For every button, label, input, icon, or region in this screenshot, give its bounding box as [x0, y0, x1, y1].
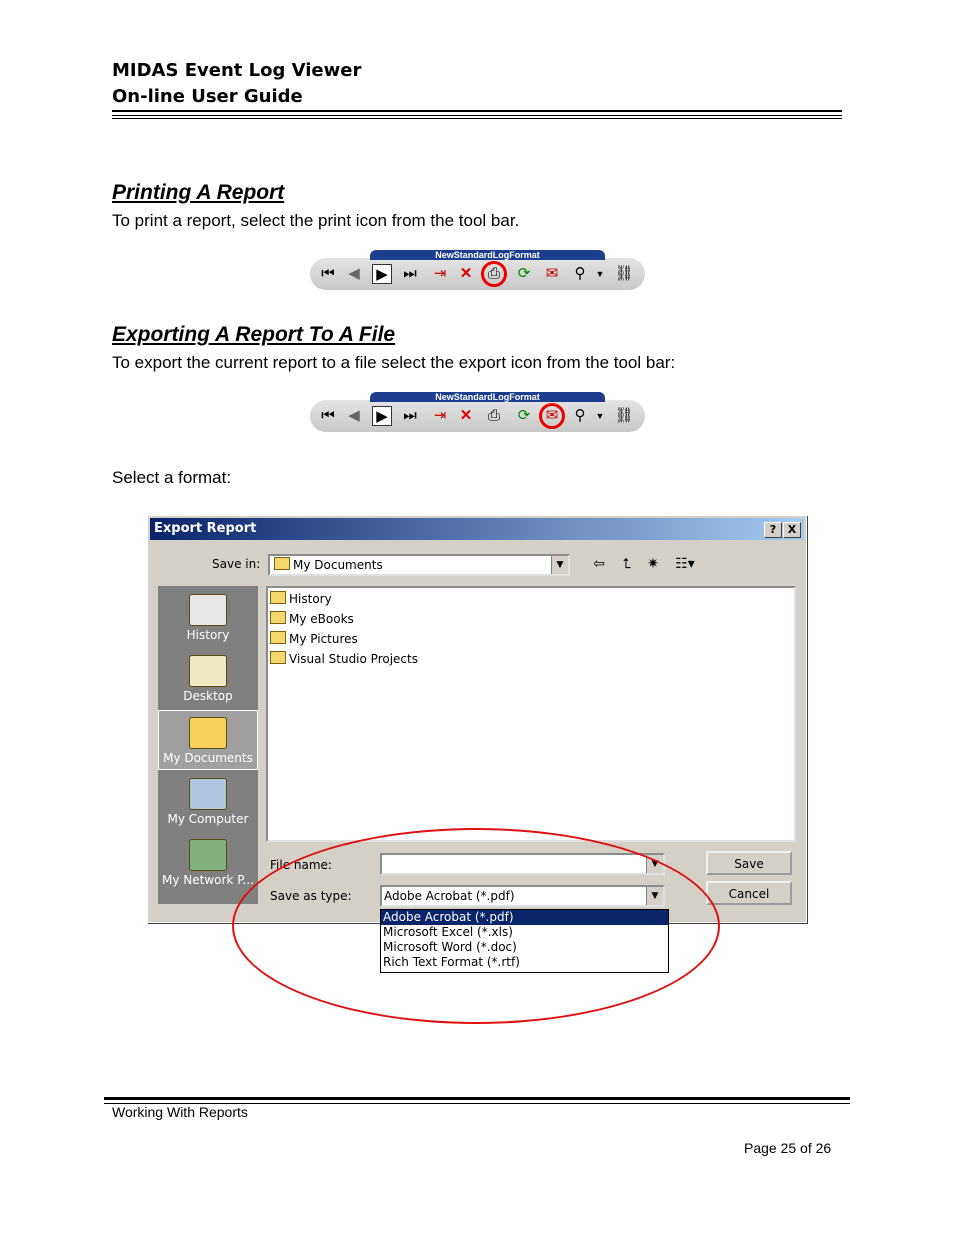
- place-history[interactable]: History: [158, 588, 258, 648]
- print-icon: ⎙: [487, 407, 500, 424]
- file-name: Visual Studio Projects: [289, 652, 418, 666]
- my-computer-icon: [189, 778, 227, 810]
- dropdown-icon: ▼: [595, 269, 605, 279]
- place-my-network[interactable]: My Network P...: [158, 833, 258, 893]
- print-icon-highlight-circle: [481, 261, 507, 287]
- back-arrow-icon[interactable]: ⇦: [590, 556, 608, 572]
- next-page-icon: ▶: [372, 406, 392, 426]
- new-folder-icon[interactable]: ✷: [644, 556, 662, 572]
- list-item[interactable]: My Pictures: [270, 630, 358, 648]
- list-item[interactable]: History: [270, 590, 332, 608]
- next-page-icon: ▶: [372, 264, 392, 284]
- zoom-icon: ⚲: [574, 407, 586, 424]
- prev-page-icon: ◀: [348, 407, 360, 424]
- folder-icon: [270, 611, 286, 624]
- toolbar-banner: NewStandardLogFormat: [370, 392, 605, 402]
- search-icon: ⛓: [614, 265, 634, 282]
- header-rule-thin-1: [112, 115, 842, 116]
- export-icon-highlight-circle: [539, 403, 565, 429]
- file-list[interactable]: History My eBooks My Pictures Visual Stu…: [266, 586, 796, 842]
- doc-subtitle: On-line User Guide: [112, 86, 303, 107]
- pictures-folder-icon: [270, 631, 286, 644]
- print-toolbar-image: NewStandardLogFormat ⏮ ◀ ▶ ⏭ ⇥ ✕ ⎙ ⟳ ✉ ⚲…: [310, 250, 645, 296]
- last-page-icon: ⏭: [403, 265, 417, 282]
- footer-section-name: Working With Reports: [112, 1104, 248, 1120]
- format-highlight-ellipse: [232, 828, 720, 1024]
- view-menu-icon[interactable]: ☷▾: [672, 556, 698, 572]
- dialog-titlebar: Export Report ? X: [150, 518, 804, 540]
- search-icon: ⛓: [614, 407, 634, 424]
- help-button[interactable]: ?: [764, 522, 782, 538]
- places-bar: History Desktop My Documents My Computer…: [158, 586, 258, 904]
- place-label: Desktop: [183, 689, 233, 703]
- goto-page-icon: ⇥: [433, 407, 447, 424]
- print-section-heading: Printing A Report: [112, 181, 285, 204]
- save-button[interactable]: Save: [706, 851, 792, 875]
- refresh-icon: ⟳: [517, 407, 531, 424]
- close-button[interactable]: X: [783, 522, 801, 538]
- place-label: My Network P...: [162, 873, 254, 887]
- network-icon: [189, 839, 227, 871]
- page-number: Page 25 of 26: [744, 1140, 832, 1156]
- history-icon: [189, 594, 227, 626]
- file-name: My Pictures: [289, 632, 358, 646]
- place-label: My Computer: [167, 812, 249, 826]
- header-rule-thick: [112, 110, 842, 112]
- stop-icon: ✕: [459, 265, 473, 282]
- header-rule-thin-2: [112, 118, 842, 119]
- first-page-icon: ⏮: [321, 265, 335, 282]
- stop-icon: ✕: [459, 407, 473, 424]
- prev-page-icon: ◀: [348, 265, 360, 282]
- doc-title: MIDAS Event Log Viewer: [112, 60, 362, 81]
- place-my-computer[interactable]: My Computer: [158, 772, 258, 832]
- cancel-button[interactable]: Cancel: [706, 881, 792, 905]
- last-page-icon: ⏭: [403, 407, 417, 424]
- save-in-label: Save in:: [212, 557, 261, 571]
- dropdown-icon: ▼: [595, 411, 605, 421]
- save-in-value: My Documents: [293, 558, 383, 572]
- file-name: History: [289, 592, 332, 606]
- desktop-icon: [189, 655, 227, 687]
- place-desktop[interactable]: Desktop: [158, 649, 258, 709]
- export-section-text: To export the current report to a file s…: [112, 353, 676, 372]
- export-toolbar-image: NewStandardLogFormat ⏮ ◀ ▶ ⏭ ⇥ ✕ ⎙ ⟳ ✉ ⚲…: [310, 392, 645, 438]
- refresh-icon: ⟳: [517, 265, 531, 282]
- dialog-title: Export Report: [154, 521, 257, 536]
- chevron-down-icon[interactable]: ▼: [551, 556, 568, 574]
- folder-icon: [270, 651, 286, 664]
- select-format-text: Select a format:: [112, 468, 232, 487]
- save-in-combo[interactable]: My Documents ▼: [268, 554, 570, 576]
- first-page-icon: ⏮: [321, 407, 335, 424]
- footer-rule-thick: [104, 1097, 850, 1100]
- list-item[interactable]: Visual Studio Projects: [270, 650, 418, 668]
- zoom-icon: ⚲: [574, 265, 586, 282]
- toolbar-banner: NewStandardLogFormat: [370, 250, 605, 260]
- place-label: My Documents: [163, 751, 253, 765]
- place-label: History: [186, 628, 230, 642]
- file-name: My eBooks: [289, 612, 354, 626]
- up-folder-icon[interactable]: ⮤: [618, 556, 636, 572]
- export-section-heading: Exporting A Report To A File: [112, 323, 396, 346]
- print-section-text: To print a report, select the print icon…: [112, 211, 520, 230]
- goto-page-icon: ⇥: [433, 265, 447, 282]
- export-icon: ✉: [545, 265, 559, 282]
- list-item[interactable]: My eBooks: [270, 610, 354, 628]
- folder-icon: [274, 557, 290, 570]
- my-documents-icon: [189, 717, 227, 749]
- place-my-documents[interactable]: My Documents: [158, 710, 258, 770]
- folder-icon: [270, 591, 286, 604]
